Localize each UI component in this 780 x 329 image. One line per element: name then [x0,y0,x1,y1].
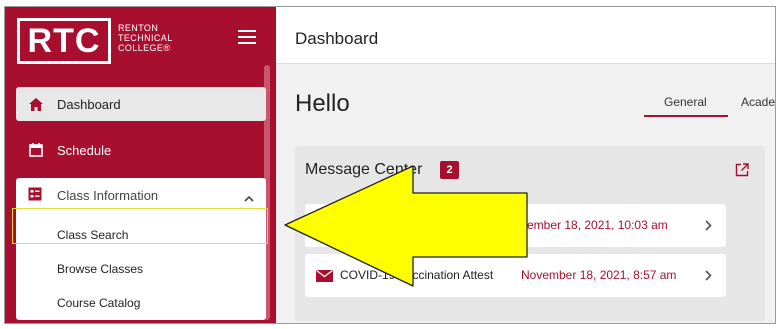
page-title: Dashboard [295,29,379,48]
hamburger-icon[interactable] [238,30,256,44]
calendar-icon [28,142,44,158]
tab-general[interactable]: General [664,95,707,109]
sidebar-item-schedule[interactable]: Schedule [16,133,266,167]
sidebar-item-dashboard[interactable]: Dashboard [16,87,266,121]
sidebar-subitem-browse-classes[interactable]: Browse Classes [57,262,143,276]
sidebar-group-class-information: Class Information Class Search Browse Cl… [16,178,266,320]
message-count-badge: 2 [440,161,459,179]
list-icon [28,187,44,203]
college-line: COLLEGE® [118,43,171,53]
chevron-right-icon[interactable] [705,268,712,284]
logo-text: RTC [27,21,101,60]
logo[interactable]: RTC [17,18,111,64]
sidebar-subitem-course-catalog[interactable]: Course Catalog [57,296,140,310]
app-window: RTC RENTON TECHNICAL COLLEGE® Dashboard … [4,6,776,324]
class-search-highlight-box [12,208,268,244]
sidebar: RTC RENTON TECHNICAL COLLEGE® Dashboard … [5,7,276,323]
chevron-up-icon[interactable] [244,189,254,207]
college-name: RENTON TECHNICAL COLLEGE® [118,23,173,53]
sidebar-item-label: Schedule [57,142,112,158]
top-bar: Dashboard [276,7,775,64]
chevron-right-icon[interactable] [705,218,712,234]
tab-academic[interactable]: Acade [741,95,775,109]
mail-icon [316,269,333,287]
message-center-panel: Message Center 2 vember 18, 2021, 10:03 … [295,146,765,321]
college-line: TECHNICAL [118,33,173,43]
sidebar-item-label: Class Information [57,187,159,203]
message-center-title: Message Center [305,161,423,178]
active-tab-indicator [644,115,728,117]
open-in-new-icon[interactable] [735,163,749,177]
message-date: November 18, 2021, 8:57 am [521,268,677,282]
message-subject: COVID-19 Vaccination Attest [340,268,494,282]
home-icon [28,96,44,112]
sidebar-item-label: Dashboard [57,96,121,112]
message-row[interactable]: COVID-19 Vaccination Attest November 18,… [305,254,726,297]
message-date: vember 18, 2021, 10:03 am [521,218,668,232]
message-row[interactable]: vember 18, 2021, 10:03 am [305,204,726,247]
sidebar-item-class-information[interactable]: Class Information [16,178,266,212]
greeting-heading: Hello [295,90,350,117]
college-line: RENTON [118,23,159,33]
main-content: Dashboard Hello General Acade Message Ce… [276,7,775,323]
